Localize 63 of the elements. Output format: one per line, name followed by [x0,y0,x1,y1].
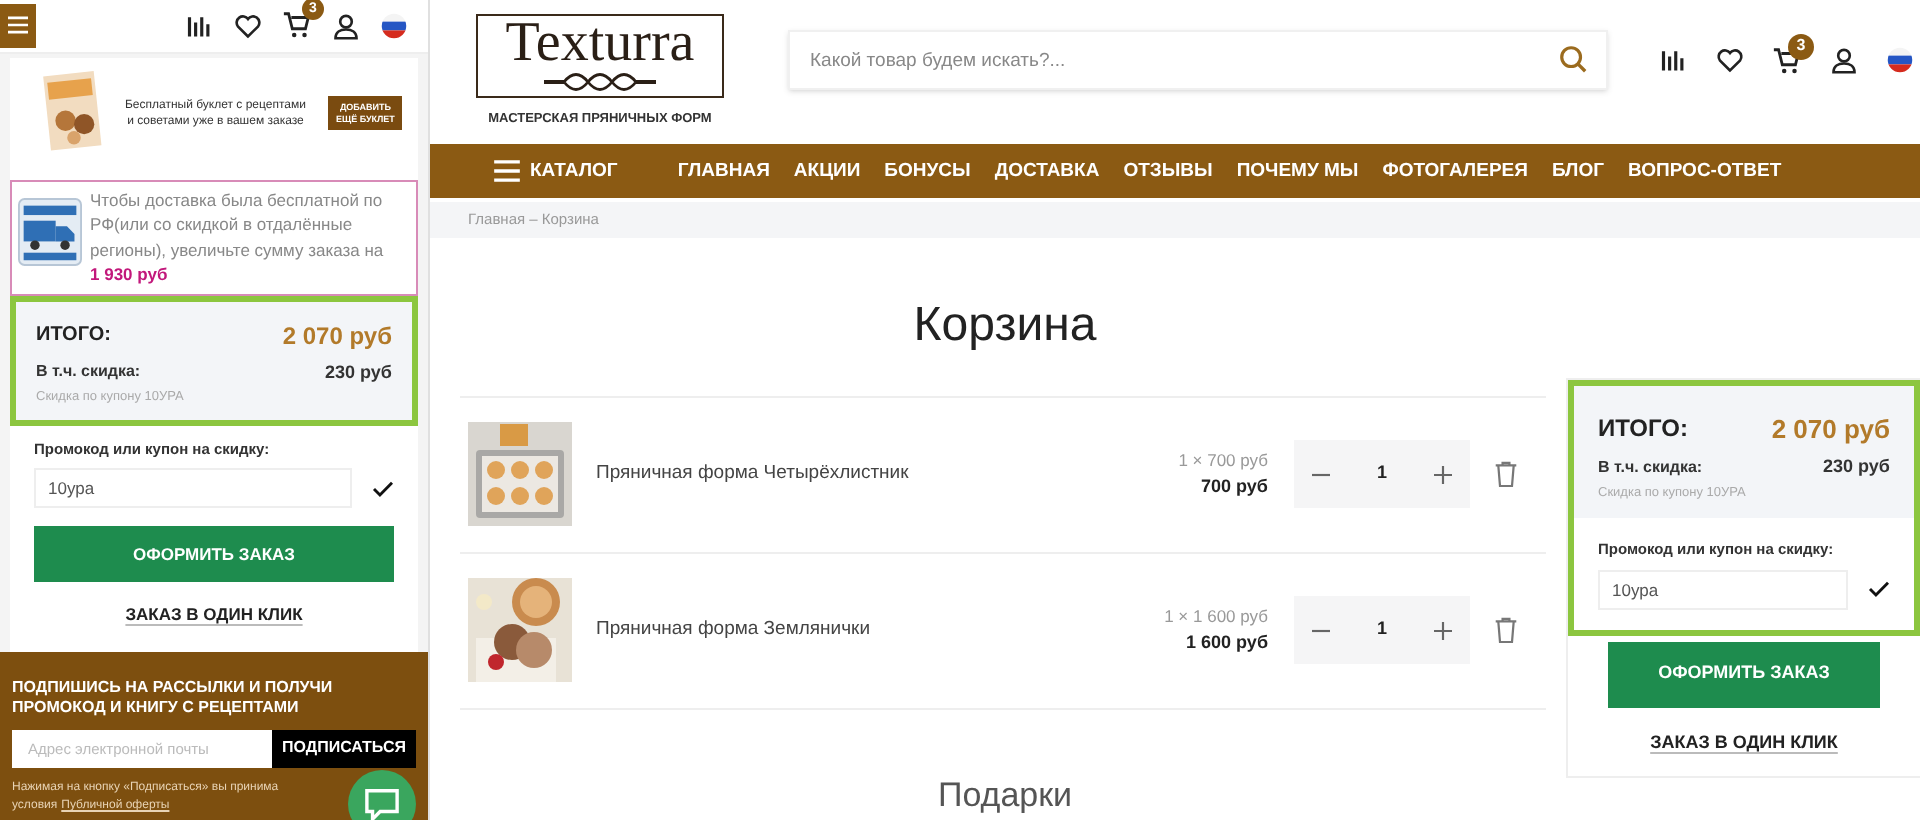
delivery-truck-icon [18,197,82,266]
nav-link[interactable]: ВОПРОС-ОТВЕТ [1628,157,1782,186]
discount-label: В т.ч. скидка: [36,360,141,385]
nav-link[interactable]: ФОТОГАЛЕРЕЯ [1382,157,1528,186]
catalog-button[interactable]: КАТАЛОГ [494,157,618,186]
user-icon[interactable] [1830,46,1858,75]
unit-price: 1 × 700 руб [1178,447,1268,474]
amount-needed: 1 930 руб [90,262,170,288]
subscribe-title: ПОДПИШИСЬ НА РАССЫЛКИ И ПОЛУЧИ ПРОМОКОД И КНИГУ С РЕЦЕПТАМИ [12,677,335,720]
discount-label: В т.ч. скидка: [1598,455,1703,480]
flag-icon[interactable] [1886,46,1914,75]
product-name[interactable]: Пряничная форма Землянички [596,615,1036,645]
nav-link[interactable]: ПОЧЕМУ МЫ [1236,157,1359,186]
total-amount: 2 070 руб [1771,411,1890,448]
promo-code-field[interactable]: 10ура [1598,569,1848,609]
delivery-notice-text: Чтобы доставка была бесплатной по РФ(или со скидкой в отдалённые регионы), увеличьте сумму заказа на [90,189,384,260]
total-amount: 2 070 руб [282,319,392,354]
plus-icon[interactable] [1433,465,1452,483]
nav-link[interactable]: ДОСТАВКА [994,157,1100,186]
checkout-button[interactable]: ОФОРМИТЬ ЗАКАЗ [1608,641,1880,707]
cart-count-badge: 3 [1788,33,1814,60]
cart-icon[interactable] [282,10,312,41]
logo-ornament-icon [540,72,660,93]
one-click-order-link[interactable]: ЗАКАЗ В ОДИН КЛИК [125,602,303,628]
plus-icon[interactable] [1433,621,1452,639]
user-icon[interactable] [332,11,360,40]
line-total: 1 600 руб [1186,629,1268,656]
compare-icon[interactable] [1660,46,1688,75]
heart-icon[interactable] [1716,46,1744,75]
search-icon[interactable] [1558,44,1588,75]
menu-icon [8,16,28,35]
product-name[interactable]: Пряничная форма Четырёхлистник [596,459,1036,489]
discount-amount: 230 руб [1823,454,1890,480]
page-heading: Корзина [911,295,1099,355]
quantity-stepper[interactable]: 1 [1294,440,1470,508]
one-click-order-link[interactable]: ЗАКАЗ В ОДИН КЛИК [1650,729,1838,756]
subscribe-button[interactable]: ПОДПИСАТЬСЯ [272,729,416,768]
search-field[interactable]: Какой товар будем искать?... [788,30,1608,91]
line-total: 700 руб [1201,473,1268,500]
trash-icon[interactable] [1494,616,1518,644]
discount-amount: 230 руб [325,359,392,386]
total-label: ИТОГО: [1598,412,1688,447]
promo-code-field[interactable]: 10ура [34,468,352,509]
menu-icon [494,160,520,183]
checkout-button[interactable]: ОФОРМИТЬ ЗАКАЗ [34,526,394,583]
unit-price: 1 × 1 600 руб [1164,603,1268,630]
heart-icon[interactable] [234,11,262,40]
menu-button[interactable] [0,3,36,48]
flag-icon[interactable] [380,11,408,40]
section-heading: Подарки [935,773,1075,817]
quantity-value: 1 [1376,460,1387,487]
nav-link[interactable]: ГЛАВНАЯ [677,157,770,186]
nav-link[interactable]: АКЦИИ [793,157,861,186]
trash-icon[interactable] [1494,460,1518,488]
logo-text: Texturra [505,16,695,73]
nav-link[interactable]: БЛОГ [1551,157,1604,186]
compare-icon[interactable] [186,11,214,40]
quantity-value: 1 [1376,616,1387,643]
nav-link[interactable]: БОНУСЫ [884,157,971,186]
nav-link[interactable]: ОТЗЫВЫ [1123,157,1213,186]
chat-button[interactable] [348,770,416,820]
total-label: ИТОГО: [36,322,111,351]
quantity-stepper[interactable]: 1 [1294,596,1470,664]
